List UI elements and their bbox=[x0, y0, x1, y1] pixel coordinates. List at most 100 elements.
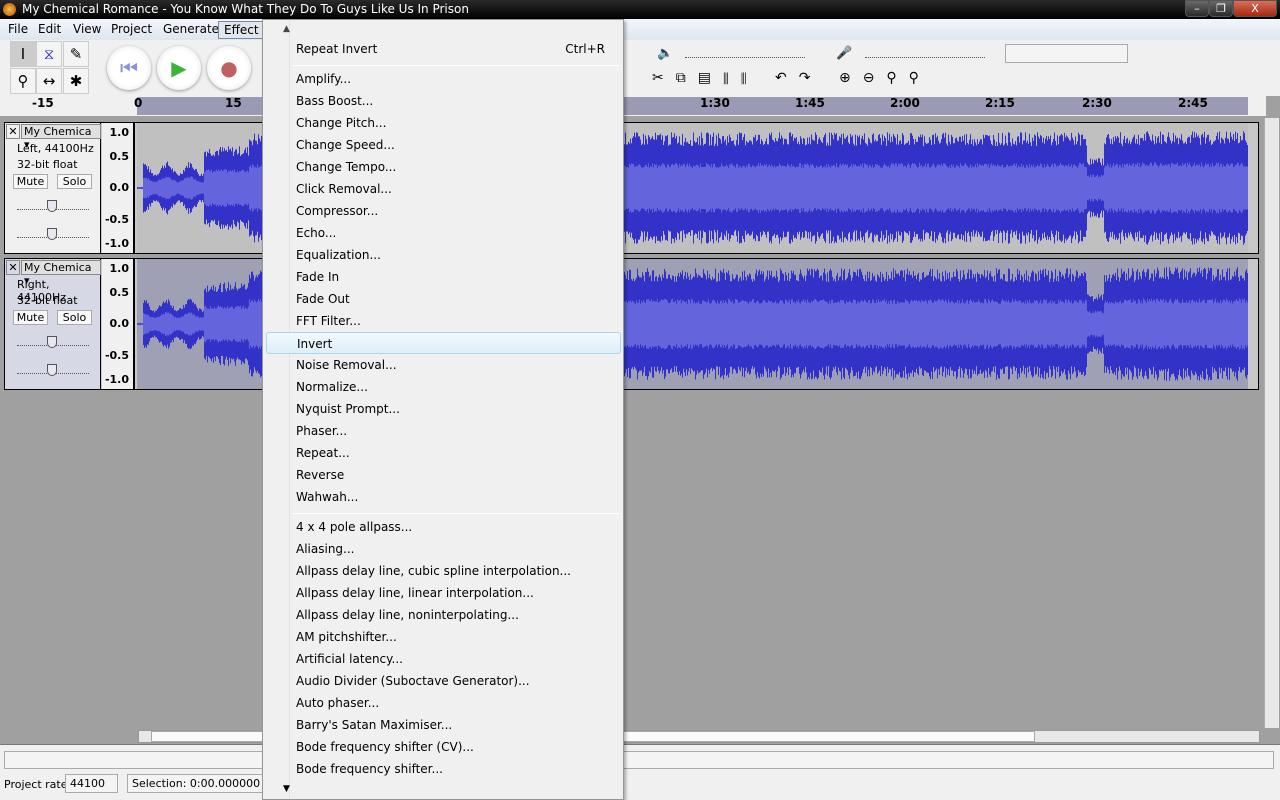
menu-effect[interactable]: Effect bbox=[218, 21, 265, 39]
menu-item[interactable]: Change Pitch... bbox=[266, 112, 621, 134]
scale-label: 0.0 bbox=[109, 317, 130, 330]
menu-item-label: Repeat Invert bbox=[296, 42, 378, 56]
ruler-tick: 0 bbox=[134, 96, 143, 110]
timeline-ruler[interactable]: -15 0 15 1:30 1:45 2:00 2:15 2:30 2:45 bbox=[0, 96, 1266, 116]
menu-item[interactable]: Aliasing... bbox=[266, 538, 621, 560]
track-name-dropdown[interactable]: My Chemica ▾ bbox=[21, 124, 101, 151]
menu-item[interactable]: Auto phaser... bbox=[266, 692, 621, 714]
menu-item-label: Wahwah... bbox=[296, 490, 359, 504]
menu-item[interactable]: Allpass delay line, noninterpolating... bbox=[266, 604, 621, 626]
envelope-tool-icon[interactable]: ⧖ bbox=[36, 41, 62, 67]
scale-label: 1.0 bbox=[109, 126, 130, 139]
scroll-down-arrow-icon[interactable]: ▼ bbox=[283, 784, 290, 794]
pan-slider[interactable] bbox=[17, 364, 89, 376]
menu-item-label: 4 x 4 pole allpass... bbox=[296, 520, 413, 534]
menu-item-label: Reverse bbox=[296, 468, 345, 482]
multi-tool-icon[interactable]: ✱ bbox=[63, 68, 89, 94]
menu-item[interactable]: Change Speed... bbox=[266, 134, 621, 156]
scroll-up-arrow-icon[interactable]: ▲ bbox=[283, 24, 290, 34]
status-message bbox=[4, 751, 1274, 769]
menu-item[interactable]: Phaser... bbox=[266, 420, 621, 442]
track-name-dropdown[interactable]: My Chemica ▾ bbox=[21, 260, 101, 287]
menu-item[interactable]: Normalize... bbox=[266, 376, 621, 398]
menu-item[interactable]: Bass Boost... bbox=[266, 90, 621, 112]
menu-item[interactable]: Allpass delay line, cubic spline interpo… bbox=[266, 560, 621, 582]
menu-file[interactable]: File bbox=[3, 21, 33, 39]
menu-item[interactable]: Artificial latency... bbox=[266, 648, 621, 670]
menu-item[interactable]: Barry's Satan Maximiser... bbox=[266, 714, 621, 736]
minimize-button[interactable]: – bbox=[1185, 0, 1209, 17]
edit-toolbar-icons[interactable]: ✂⧉▤⦀⦀ ↶↷ ⊕⊖⚲⚲ bbox=[652, 70, 931, 86]
menu-item-label: Noise Removal... bbox=[296, 358, 397, 372]
menu-item[interactable]: Compressor... bbox=[266, 200, 621, 222]
menu-item[interactable]: Nyquist Prompt... bbox=[266, 398, 621, 420]
close-track-icon[interactable]: ✕ bbox=[6, 260, 20, 275]
menu-item[interactable]: AM pitchshifter... bbox=[266, 626, 621, 648]
record-volume-slider[interactable] bbox=[865, 52, 985, 58]
menu-item[interactable]: Amplify... bbox=[266, 68, 621, 90]
menu-item[interactable]: Equalization... bbox=[266, 244, 621, 266]
menu-generate[interactable]: Generate bbox=[158, 21, 224, 39]
menu-item[interactable]: Click Removal... bbox=[266, 178, 621, 200]
draw-tool-icon[interactable]: ✎ bbox=[63, 41, 89, 67]
menu-item-label: FFT Filter... bbox=[296, 314, 361, 328]
menu-separator bbox=[293, 65, 619, 66]
menu-item[interactable]: Bode frequency shifter (CV)... bbox=[266, 736, 621, 758]
menu-item[interactable]: Invert bbox=[266, 332, 621, 354]
zoom-tool-icon[interactable]: ⚲ bbox=[10, 68, 36, 94]
close-button[interactable]: X bbox=[1233, 0, 1277, 17]
menu-item[interactable]: Noise Removal... bbox=[266, 354, 621, 376]
project-rate-field[interactable]: 44100 bbox=[65, 774, 118, 793]
menu-item-label: Bass Boost... bbox=[296, 94, 374, 108]
timeshift-tool-icon[interactable]: ↔ bbox=[36, 68, 62, 94]
menu-item[interactable]: Fade In bbox=[266, 266, 621, 288]
scale-label: 0.0 bbox=[109, 181, 130, 194]
track-right[interactable]: ✕ My Chemica ▾ Right, 44100Hz 32-bit flo… bbox=[4, 258, 1259, 390]
menu-item-repeat-invert[interactable]: Repeat Invert Ctrl+R bbox=[266, 38, 621, 60]
menu-item-label: Amplify... bbox=[296, 72, 352, 86]
ruler-tick: 1:45 bbox=[795, 96, 825, 110]
selection-tool-icon[interactable]: I bbox=[10, 41, 36, 67]
playback-volume-slider[interactable] bbox=[685, 52, 805, 58]
menu-view[interactable]: View bbox=[68, 21, 106, 39]
menu-item-label: Auto phaser... bbox=[296, 696, 380, 710]
input-source-dropdown[interactable] bbox=[1005, 44, 1128, 63]
menu-item-label: Allpass delay line, cubic spline interpo… bbox=[296, 564, 571, 578]
play-icon[interactable]: ▶ bbox=[157, 46, 201, 90]
menu-item-label: Nyquist Prompt... bbox=[296, 402, 400, 416]
menu-item[interactable]: Reverse bbox=[266, 464, 621, 486]
scale-label: -0.5 bbox=[104, 349, 129, 362]
menu-item[interactable]: Bode frequency shifter... bbox=[266, 758, 621, 780]
menu-item[interactable]: FFT Filter... bbox=[266, 310, 621, 332]
pan-slider[interactable] bbox=[17, 228, 89, 240]
gain-slider[interactable] bbox=[17, 336, 89, 348]
mute-button[interactable]: Mute bbox=[13, 310, 48, 325]
menu-project[interactable]: Project bbox=[106, 21, 157, 39]
record-icon[interactable]: ● bbox=[207, 46, 251, 90]
close-track-icon[interactable]: ✕ bbox=[6, 124, 20, 139]
menu-item[interactable]: Allpass delay line, linear interpolation… bbox=[266, 582, 621, 604]
menu-item-label: Echo... bbox=[296, 226, 337, 240]
menu-item[interactable]: Fade Out bbox=[266, 288, 621, 310]
skip-start-icon[interactable]: ⏮ bbox=[107, 46, 151, 90]
menu-item[interactable]: Echo... bbox=[266, 222, 621, 244]
restore-button[interactable]: ❐ bbox=[1209, 0, 1233, 17]
window-title: My Chemical Romance - You Know What They… bbox=[22, 2, 469, 16]
vertical-scrollbar[interactable] bbox=[1264, 118, 1279, 728]
menu-edit[interactable]: Edit bbox=[33, 21, 66, 39]
gain-slider[interactable] bbox=[17, 200, 89, 212]
track-left[interactable]: ✕ My Chemica ▾ Left, 44100Hz 32-bit floa… bbox=[4, 122, 1259, 254]
menu-item[interactable]: 4 x 4 pole allpass... bbox=[266, 516, 621, 538]
menu-item[interactable]: Change Tempo... bbox=[266, 156, 621, 178]
speaker-icon: 🔈 bbox=[657, 46, 674, 61]
menu-item[interactable]: Wahwah... bbox=[266, 486, 621, 508]
scale-label: 0.5 bbox=[109, 286, 130, 299]
menu-item[interactable]: Audio Divider (Suboctave Generator)... bbox=[266, 670, 621, 692]
menu-item-label: Repeat... bbox=[296, 446, 350, 460]
solo-button[interactable]: Solo bbox=[57, 174, 92, 189]
mute-button[interactable]: Mute bbox=[13, 174, 48, 189]
ruler-tick: 15 bbox=[225, 96, 242, 110]
track-name: My Chemica bbox=[24, 125, 92, 138]
solo-button[interactable]: Solo bbox=[57, 310, 92, 325]
menu-item[interactable]: Repeat... bbox=[266, 442, 621, 464]
